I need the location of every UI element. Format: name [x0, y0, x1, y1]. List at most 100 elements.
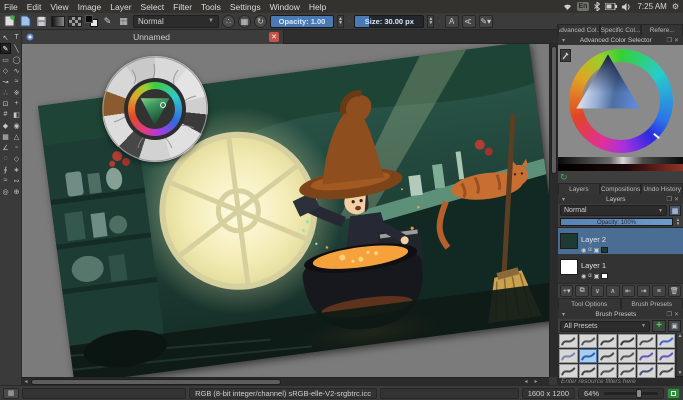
preset-scrollbar[interactable]: ▲▼: [676, 333, 683, 376]
tool-button[interactable]: ∮: [0, 164, 11, 175]
menu-item[interactable]: Settings: [230, 2, 261, 12]
brush-preset[interactable]: [598, 349, 617, 363]
brush-preset[interactable]: [579, 334, 598, 348]
add-preset-button[interactable]: +: [652, 320, 666, 332]
advanced-color-selector[interactable]: [558, 45, 683, 157]
layer-visibility-icon[interactable]: ◉: [581, 247, 586, 254]
choose-brush-preset-button[interactable]: ▦: [117, 15, 130, 28]
tool-button[interactable]: ▫: [11, 142, 22, 153]
layer-inherit-alpha-icon[interactable]: α: [588, 273, 591, 279]
brush-preset[interactable]: [657, 334, 676, 348]
eraser-mode-button[interactable]: ∴: [222, 15, 235, 28]
wifi-icon[interactable]: [563, 3, 572, 11]
tool-button[interactable]: ╲: [11, 43, 22, 54]
tool-button[interactable]: ≈: [11, 76, 22, 87]
tool-button[interactable]: ✎: [0, 43, 11, 54]
brush-preset[interactable]: [598, 334, 617, 348]
tool-button[interactable]: △: [11, 131, 22, 142]
menu-item[interactable]: Edit: [27, 2, 42, 12]
tool-button[interactable]: ◧: [11, 109, 22, 120]
eyedropper-icon[interactable]: [560, 49, 571, 62]
tool-button[interactable]: T: [11, 32, 22, 43]
keyboard-layout-indicator[interactable]: En: [577, 2, 590, 11]
tool-button[interactable]: ∴: [0, 87, 11, 98]
layer-opacity-stepper[interactable]: ▲▼: [675, 218, 681, 226]
layer-row[interactable]: Layer 1 ◉ α ▣: [558, 254, 683, 280]
pattern-chooser[interactable]: [68, 16, 82, 27]
brush-preset[interactable]: [618, 334, 637, 348]
menu-item[interactable]: Select: [141, 2, 165, 12]
canvas-horizontal-scrollbar[interactable]: ◂ ◂ ▸: [22, 377, 549, 385]
tool-button[interactable]: #: [0, 109, 11, 120]
menu-item[interactable]: View: [50, 2, 68, 12]
preset-tag-select[interactable]: All Presets▼: [560, 321, 650, 332]
brush-preset[interactable]: [657, 364, 676, 378]
tool-button[interactable]: ⊡: [0, 98, 11, 109]
size-slider[interactable]: Size: 30.00 px: [354, 15, 424, 28]
layer-blend-mode-select[interactable]: Normal▼: [560, 205, 667, 216]
session-gear-icon[interactable]: ⚙: [672, 2, 679, 11]
brush-preset[interactable]: [637, 364, 656, 378]
tool-button[interactable]: ◎: [0, 186, 11, 197]
workspace-chooser-button[interactable]: ✎▾: [479, 15, 493, 28]
dock-tab[interactable]: Refere...: [641, 24, 683, 35]
zoom-control[interactable]: 64%: [578, 388, 664, 399]
close-docker-icon[interactable]: ✕: [673, 196, 680, 203]
dock-tab[interactable]: Tool Options: [558, 298, 621, 309]
tool-button[interactable]: ▭: [0, 54, 11, 65]
selection-mode-icon[interactable]: ▦: [3, 388, 19, 399]
tool-button[interactable]: ∿: [11, 65, 22, 76]
opacity-slider[interactable]: Opacity: 1.00: [270, 15, 334, 28]
close-document-icon[interactable]: ✕: [269, 32, 279, 42]
tool-button[interactable]: +: [11, 98, 22, 109]
menu-item[interactable]: Layer: [110, 2, 131, 12]
tool-button[interactable]: ◌: [0, 153, 11, 164]
menu-item[interactable]: Window: [270, 2, 300, 12]
tool-button[interactable]: ∗: [11, 164, 22, 175]
volume-icon[interactable]: [622, 3, 632, 11]
tool-button[interactable]: ◯: [11, 54, 22, 65]
menu-item[interactable]: File: [4, 2, 18, 12]
layer-alpha-lock-icon[interactable]: ▣: [594, 273, 600, 280]
float-docker-icon[interactable]: ❐: [666, 37, 673, 44]
layer-row[interactable]: Layer 2 ◉ α ▣: [558, 228, 683, 254]
menu-item[interactable]: Tools: [201, 2, 221, 12]
dock-tab[interactable]: Brush Presets: [621, 298, 683, 309]
close-docker-icon[interactable]: ✕: [673, 37, 680, 44]
tool-button[interactable]: ↝: [0, 76, 11, 87]
reload-preset-button[interactable]: ↻: [254, 15, 267, 28]
menu-item[interactable]: Image: [78, 2, 102, 12]
dock-tab[interactable]: Undo History: [641, 183, 683, 194]
size-stepper[interactable]: ▲▼: [427, 15, 434, 28]
update-shades-icon[interactable]: ↻: [560, 172, 568, 182]
preset-options-button[interactable]: ▦: [238, 15, 251, 28]
canvas-viewport[interactable]: [22, 44, 549, 377]
canvas-only-mode-icon[interactable]: [667, 388, 680, 399]
tool-button[interactable]: ※: [11, 87, 22, 98]
tool-button[interactable]: ▦: [0, 131, 11, 142]
open-document-button[interactable]: [19, 15, 32, 28]
layer-filter-button[interactable]: ▦: [669, 205, 681, 216]
clock[interactable]: 7:25 AM: [637, 2, 666, 11]
opacity-stepper[interactable]: ▲▼: [337, 15, 344, 28]
dock-tab[interactable]: Compositions: [600, 183, 642, 194]
dock-tab[interactable]: Advanced Col...: [558, 24, 600, 35]
brush-preset[interactable]: [579, 349, 598, 363]
layer-inherit-alpha-icon[interactable]: α: [588, 247, 591, 253]
shade-selector-strip-2[interactable]: [558, 164, 683, 171]
menu-item[interactable]: Filter: [173, 2, 192, 12]
brush-preset[interactable]: [579, 364, 598, 378]
edit-brush-settings-button[interactable]: ✎: [101, 15, 114, 28]
fg-bg-color-swatch[interactable]: [85, 15, 98, 27]
tool-button[interactable]: ≈: [0, 175, 11, 186]
tool-button[interactable]: ◆: [0, 120, 11, 131]
brush-preset[interactable]: [559, 364, 578, 378]
layer-visibility-icon[interactable]: ◉: [581, 273, 586, 280]
tool-button[interactable]: ◇: [0, 65, 11, 76]
new-document-button[interactable]: [3, 15, 16, 28]
import-resource-button[interactable]: ▣: [668, 320, 681, 332]
save-button[interactable]: [35, 15, 48, 28]
tool-button[interactable]: ⊕: [11, 186, 22, 197]
brush-preset[interactable]: [559, 334, 578, 348]
popup-palette[interactable]: [102, 56, 208, 162]
